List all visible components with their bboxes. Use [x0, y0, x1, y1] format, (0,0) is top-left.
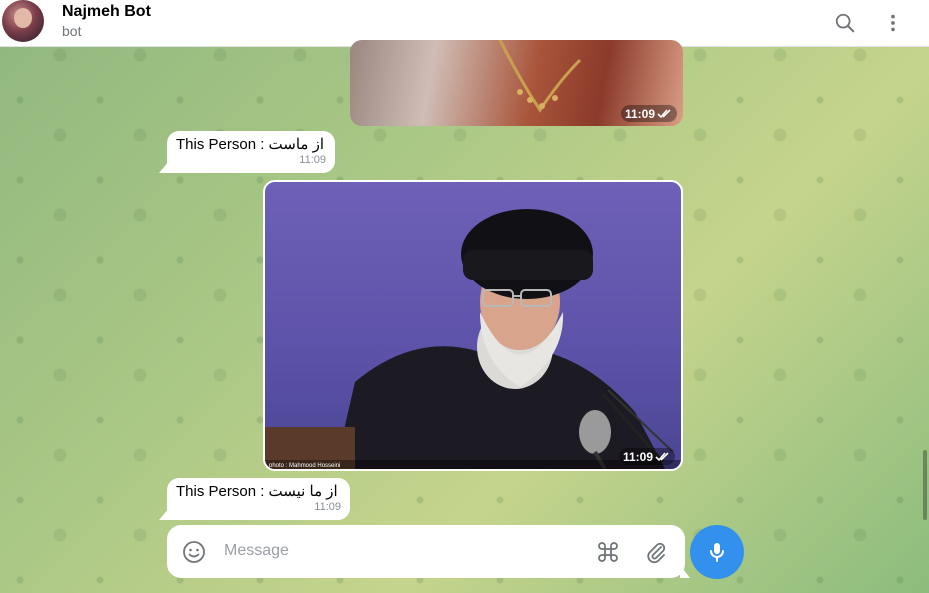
message-time: 11:09 [299, 154, 326, 166]
double-check-icon [655, 451, 669, 461]
chat-subtitle: bot [62, 23, 82, 39]
more-vertical-icon [891, 14, 895, 32]
composer-tail [680, 565, 690, 578]
scrollbar[interactable] [923, 450, 927, 520]
message-meta: 11:09 [618, 448, 675, 465]
message-text: This Person : از ماست [176, 136, 325, 153]
bot-commands-button[interactable] [594, 538, 622, 566]
paperclip-icon [647, 542, 666, 564]
photo-content: photo : Mahmood Hosseini [265, 209, 681, 469]
avatar[interactable] [2, 0, 44, 42]
more-button[interactable] [876, 6, 910, 40]
message-time: 11:09 [314, 501, 341, 513]
message-composer [167, 525, 685, 578]
emoji-icon [183, 541, 205, 563]
chat-title: Najmeh Bot [62, 3, 151, 20]
double-check-icon [657, 108, 671, 118]
message-time: 11:09 [624, 106, 655, 121]
command-icon [598, 542, 618, 562]
attach-button[interactable] [642, 538, 670, 566]
search-icon [835, 13, 855, 33]
search-button[interactable] [828, 6, 862, 40]
photo-message[interactable]: photo : Mahmood Hosseini 11:09 [263, 180, 683, 471]
photo-message[interactable]: 11:09 [350, 40, 683, 126]
message-meta: 11:09 [620, 105, 677, 122]
emoji-button[interactable] [180, 538, 208, 566]
message-input[interactable] [222, 541, 566, 561]
message-text: This Person : از ما نیست [176, 483, 338, 500]
chat-info[interactable]: Najmeh Bot bot [62, 2, 151, 40]
message-time: 11:09 [622, 449, 653, 464]
voice-record-button[interactable] [690, 525, 744, 579]
photo-credit: photo : Mahmood Hosseini [269, 463, 340, 469]
text-message[interactable]: This Person : از ماست 11:09 [167, 131, 335, 173]
microphone-icon [710, 543, 724, 562]
text-message[interactable]: This Person : از ما نیست 11:09 [167, 478, 350, 520]
